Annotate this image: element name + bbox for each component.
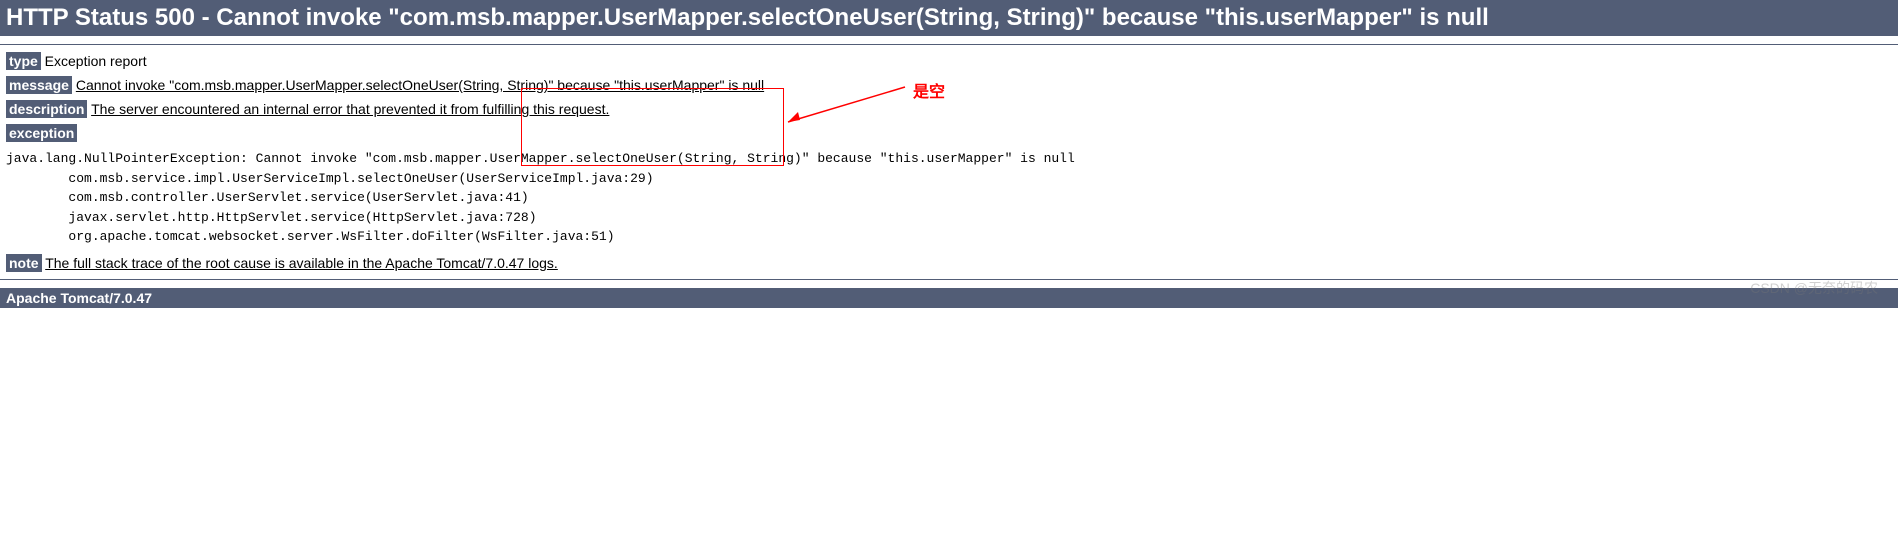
page-title: HTTP Status 500 - Cannot invoke "com.msb… <box>0 0 1898 36</box>
message-value: Cannot invoke "com.msb.mapper.UserMapper… <box>76 77 764 93</box>
note-value: The full stack trace of the root cause i… <box>45 255 558 271</box>
type-line: type Exception report <box>6 53 1892 69</box>
type-label: type <box>6 52 41 70</box>
note-line: note The full stack trace of the root ca… <box>6 255 1892 271</box>
stacktrace: java.lang.NullPointerException: Cannot i… <box>6 149 1892 247</box>
exception-label: exception <box>6 124 77 142</box>
message-label: message <box>6 76 72 94</box>
exception-line: exception <box>6 125 1892 141</box>
server-footer: Apache Tomcat/7.0.47 <box>0 288 1898 308</box>
description-value: The server encountered an internal error… <box>91 101 609 117</box>
description-label: description <box>6 100 87 118</box>
message-line: message Cannot invoke "com.msb.mapper.Us… <box>6 77 1892 93</box>
divider-top <box>0 44 1898 45</box>
divider-bottom <box>0 279 1898 280</box>
watermark: CSDN @无奈的码农 <box>1750 278 1878 298</box>
note-label: note <box>6 254 42 272</box>
description-line: description The server encountered an in… <box>6 101 1892 117</box>
type-value: Exception report <box>41 53 147 69</box>
